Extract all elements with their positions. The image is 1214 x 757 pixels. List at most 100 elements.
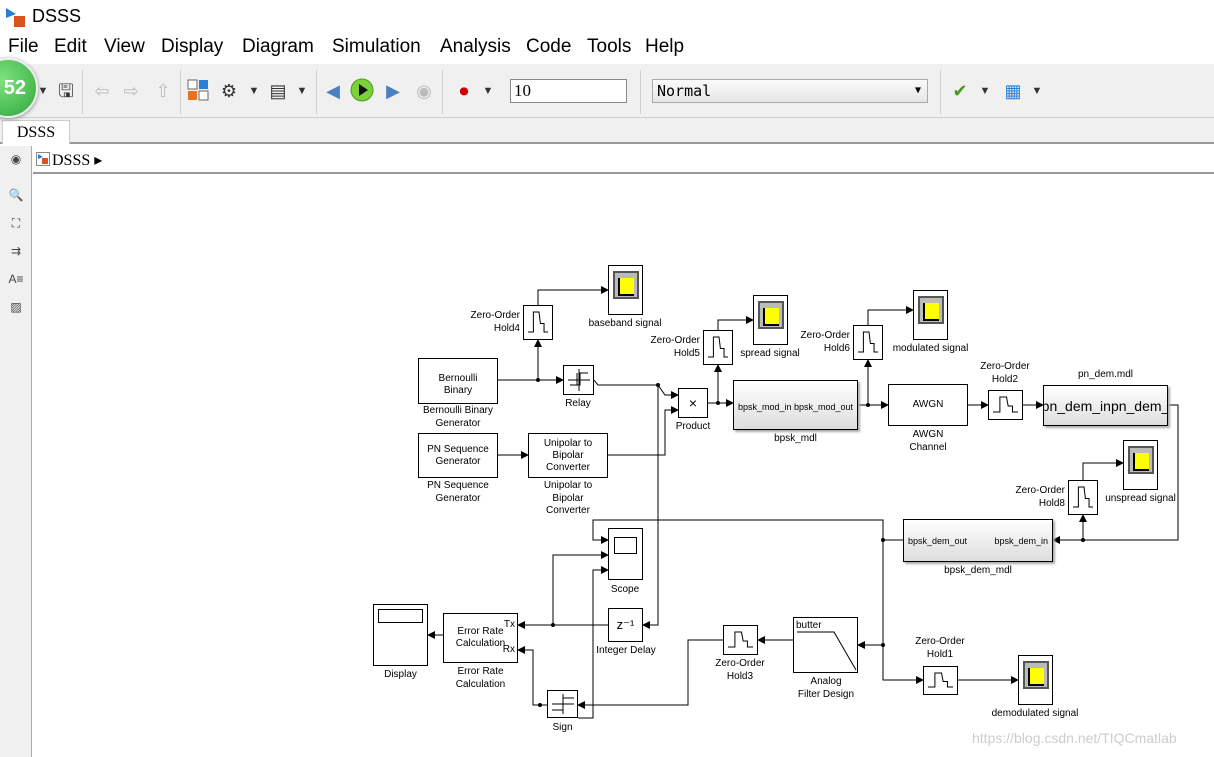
zoh2-block[interactable] (988, 390, 1023, 420)
zoh6-block[interactable] (853, 325, 883, 360)
build-icon[interactable]: ▦ (1000, 78, 1026, 104)
bernoulli-binary-block[interactable]: Bernoulli Binary (418, 358, 498, 404)
unspread-spectrum-scope[interactable] (1123, 440, 1158, 490)
sign-block[interactable] (547, 690, 578, 718)
zoh6-label: Zero-Order Hold6 (800, 330, 850, 354)
bernoulli-label: Bernoulli Binary Generator (422, 405, 494, 429)
demodulated-spectrum-scope[interactable] (1018, 655, 1053, 705)
stop-icon[interactable]: ◉ (411, 78, 437, 104)
menu-tools[interactable]: Tools (587, 36, 631, 58)
settings-dropdown-icon[interactable]: ▼ (241, 78, 267, 104)
breadcrumb: DSSS ▸ (33, 146, 1214, 174)
bpsk-dem-in-port: bpsk_dem_in (994, 535, 1048, 546)
annotation-icon[interactable]: A≡ (7, 272, 25, 288)
model-icon (36, 152, 50, 166)
baseband-spectrum-scope[interactable] (608, 265, 643, 315)
unipolar-bipolar-block[interactable]: Unipolar to Bipolar Converter (528, 433, 608, 478)
model-explorer-icon[interactable]: ▤ (265, 78, 291, 104)
zoh8-label: Zero-Order Hold8 (1015, 485, 1065, 509)
fit-to-view-icon[interactable]: ⛶ (7, 216, 25, 232)
pn-dem-block[interactable]: pn_dem_inpn_dem_ (1043, 385, 1168, 426)
zoh5-block[interactable] (703, 330, 733, 365)
step-back-icon[interactable]: ◀ (320, 78, 346, 104)
menu-code[interactable]: Code (526, 36, 571, 58)
bpsk-dem-out-port: bpsk_dem_out (908, 535, 968, 546)
forward-icon[interactable]: ⇨ (118, 78, 144, 104)
breadcrumb-model[interactable]: DSSS ▸ (52, 150, 102, 170)
zoom-in-icon[interactable]: 🔍 (7, 188, 25, 204)
zoh3-block[interactable] (723, 625, 758, 655)
step-forward-icon[interactable]: ▶ (380, 78, 406, 104)
zoh4-label: Zero-Order Hold4 (470, 310, 520, 334)
relay-icon (567, 369, 590, 391)
menu-file[interactable]: File (8, 36, 39, 58)
separator (442, 70, 443, 114)
menu-simulation[interactable]: Simulation (332, 36, 421, 58)
baseband-label: baseband signal (588, 318, 662, 329)
bpsk-dem-label: bpsk_dem_mdl (944, 565, 1012, 576)
product-block[interactable]: × (678, 388, 708, 418)
menu-analysis[interactable]: Analysis (440, 36, 511, 58)
back-icon[interactable]: ⇦ (89, 78, 115, 104)
library-browser-icon[interactable] (185, 78, 211, 104)
menu-help[interactable]: Help (645, 36, 684, 58)
zoh1-block[interactable] (923, 666, 958, 695)
error-rate-label: Error Rate Calculation (455, 666, 506, 690)
up-icon[interactable]: ⇧ (150, 78, 176, 104)
pn-label: PN Sequence Generator (427, 480, 489, 504)
zero-order-hold-icon (1073, 486, 1093, 508)
scope-screen-icon (614, 537, 637, 554)
image-icon[interactable]: ▨ (7, 300, 25, 316)
modulated-spectrum-scope[interactable] (913, 290, 948, 340)
separator (316, 70, 317, 114)
separator (940, 70, 941, 114)
menu-view[interactable]: View (104, 36, 145, 58)
stop-time-input[interactable]: 10 (510, 79, 627, 103)
zero-order-hold-icon (993, 396, 1018, 413)
zoh4-block[interactable] (523, 305, 553, 340)
simulation-mode-value: Normal (657, 82, 712, 100)
zero-order-hold-icon (928, 672, 953, 688)
separator (640, 70, 641, 114)
pn-dem-label: pn_dem.mdl (1077, 369, 1134, 380)
build-dropdown-icon[interactable]: ▼ (1024, 78, 1050, 104)
integer-delay-block[interactable]: z⁻¹ (608, 608, 643, 642)
hide-browser-icon[interactable]: ◉ (7, 152, 25, 168)
menu-diagram[interactable]: Diagram (242, 36, 314, 58)
bpsk-dem-block[interactable]: bpsk_dem_out bpsk_dem_in (903, 519, 1053, 562)
chevron-down-icon: ▼ (914, 85, 921, 96)
watermark: https://blog.csdn.net/TIQCmatlab (972, 730, 1177, 746)
menu-display[interactable]: Display (161, 36, 223, 58)
tab-dsss[interactable]: DSSS (2, 120, 70, 144)
menu-edit[interactable]: Edit (54, 36, 87, 58)
window-title: DSSS (32, 6, 82, 26)
integer-delay-label: Integer Delay (596, 645, 656, 656)
display-block[interactable] (373, 604, 428, 666)
simulation-mode-select[interactable]: Normal ▼ (652, 79, 928, 103)
unipolar-label: Unipolar to Bipolar Converter (543, 480, 593, 516)
sign-icon (551, 694, 574, 714)
record-icon[interactable]: ⏺ (451, 78, 477, 104)
relay-block[interactable] (563, 365, 594, 395)
run-icon[interactable] (349, 78, 375, 104)
zoh8-block[interactable] (1068, 480, 1098, 515)
error-rate-block[interactable]: Error Rate Calculation Tx Rx (443, 613, 518, 663)
explorer-dropdown-icon[interactable]: ▼ (289, 78, 315, 104)
bpsk-mdl-block[interactable]: bpsk_mod_in bpsk_mod_out (733, 380, 858, 430)
simulink-model-icon (6, 8, 25, 27)
settings-gear-icon[interactable]: ⚙ (216, 78, 242, 104)
tx-port: Tx (503, 619, 515, 630)
tab-bar: DSSS (0, 118, 1214, 144)
separator (82, 70, 83, 114)
awgn-block[interactable]: AWGN (888, 384, 968, 426)
arrow-icon[interactable]: ⇉ (7, 244, 25, 260)
advisor-dropdown-icon[interactable]: ▼ (972, 78, 998, 104)
record-dropdown-icon[interactable]: ▼ (475, 78, 501, 104)
pn-sequence-block[interactable]: PN Sequence Generator (418, 433, 498, 478)
model-advisor-check-icon[interactable]: ✔ (947, 78, 973, 104)
display-screen-icon (378, 609, 423, 623)
spread-spectrum-scope[interactable] (753, 295, 788, 345)
analog-filter-block[interactable]: butter (793, 617, 858, 673)
save-icon[interactable]: 🖫 (53, 78, 79, 104)
scope-block[interactable] (608, 528, 643, 580)
